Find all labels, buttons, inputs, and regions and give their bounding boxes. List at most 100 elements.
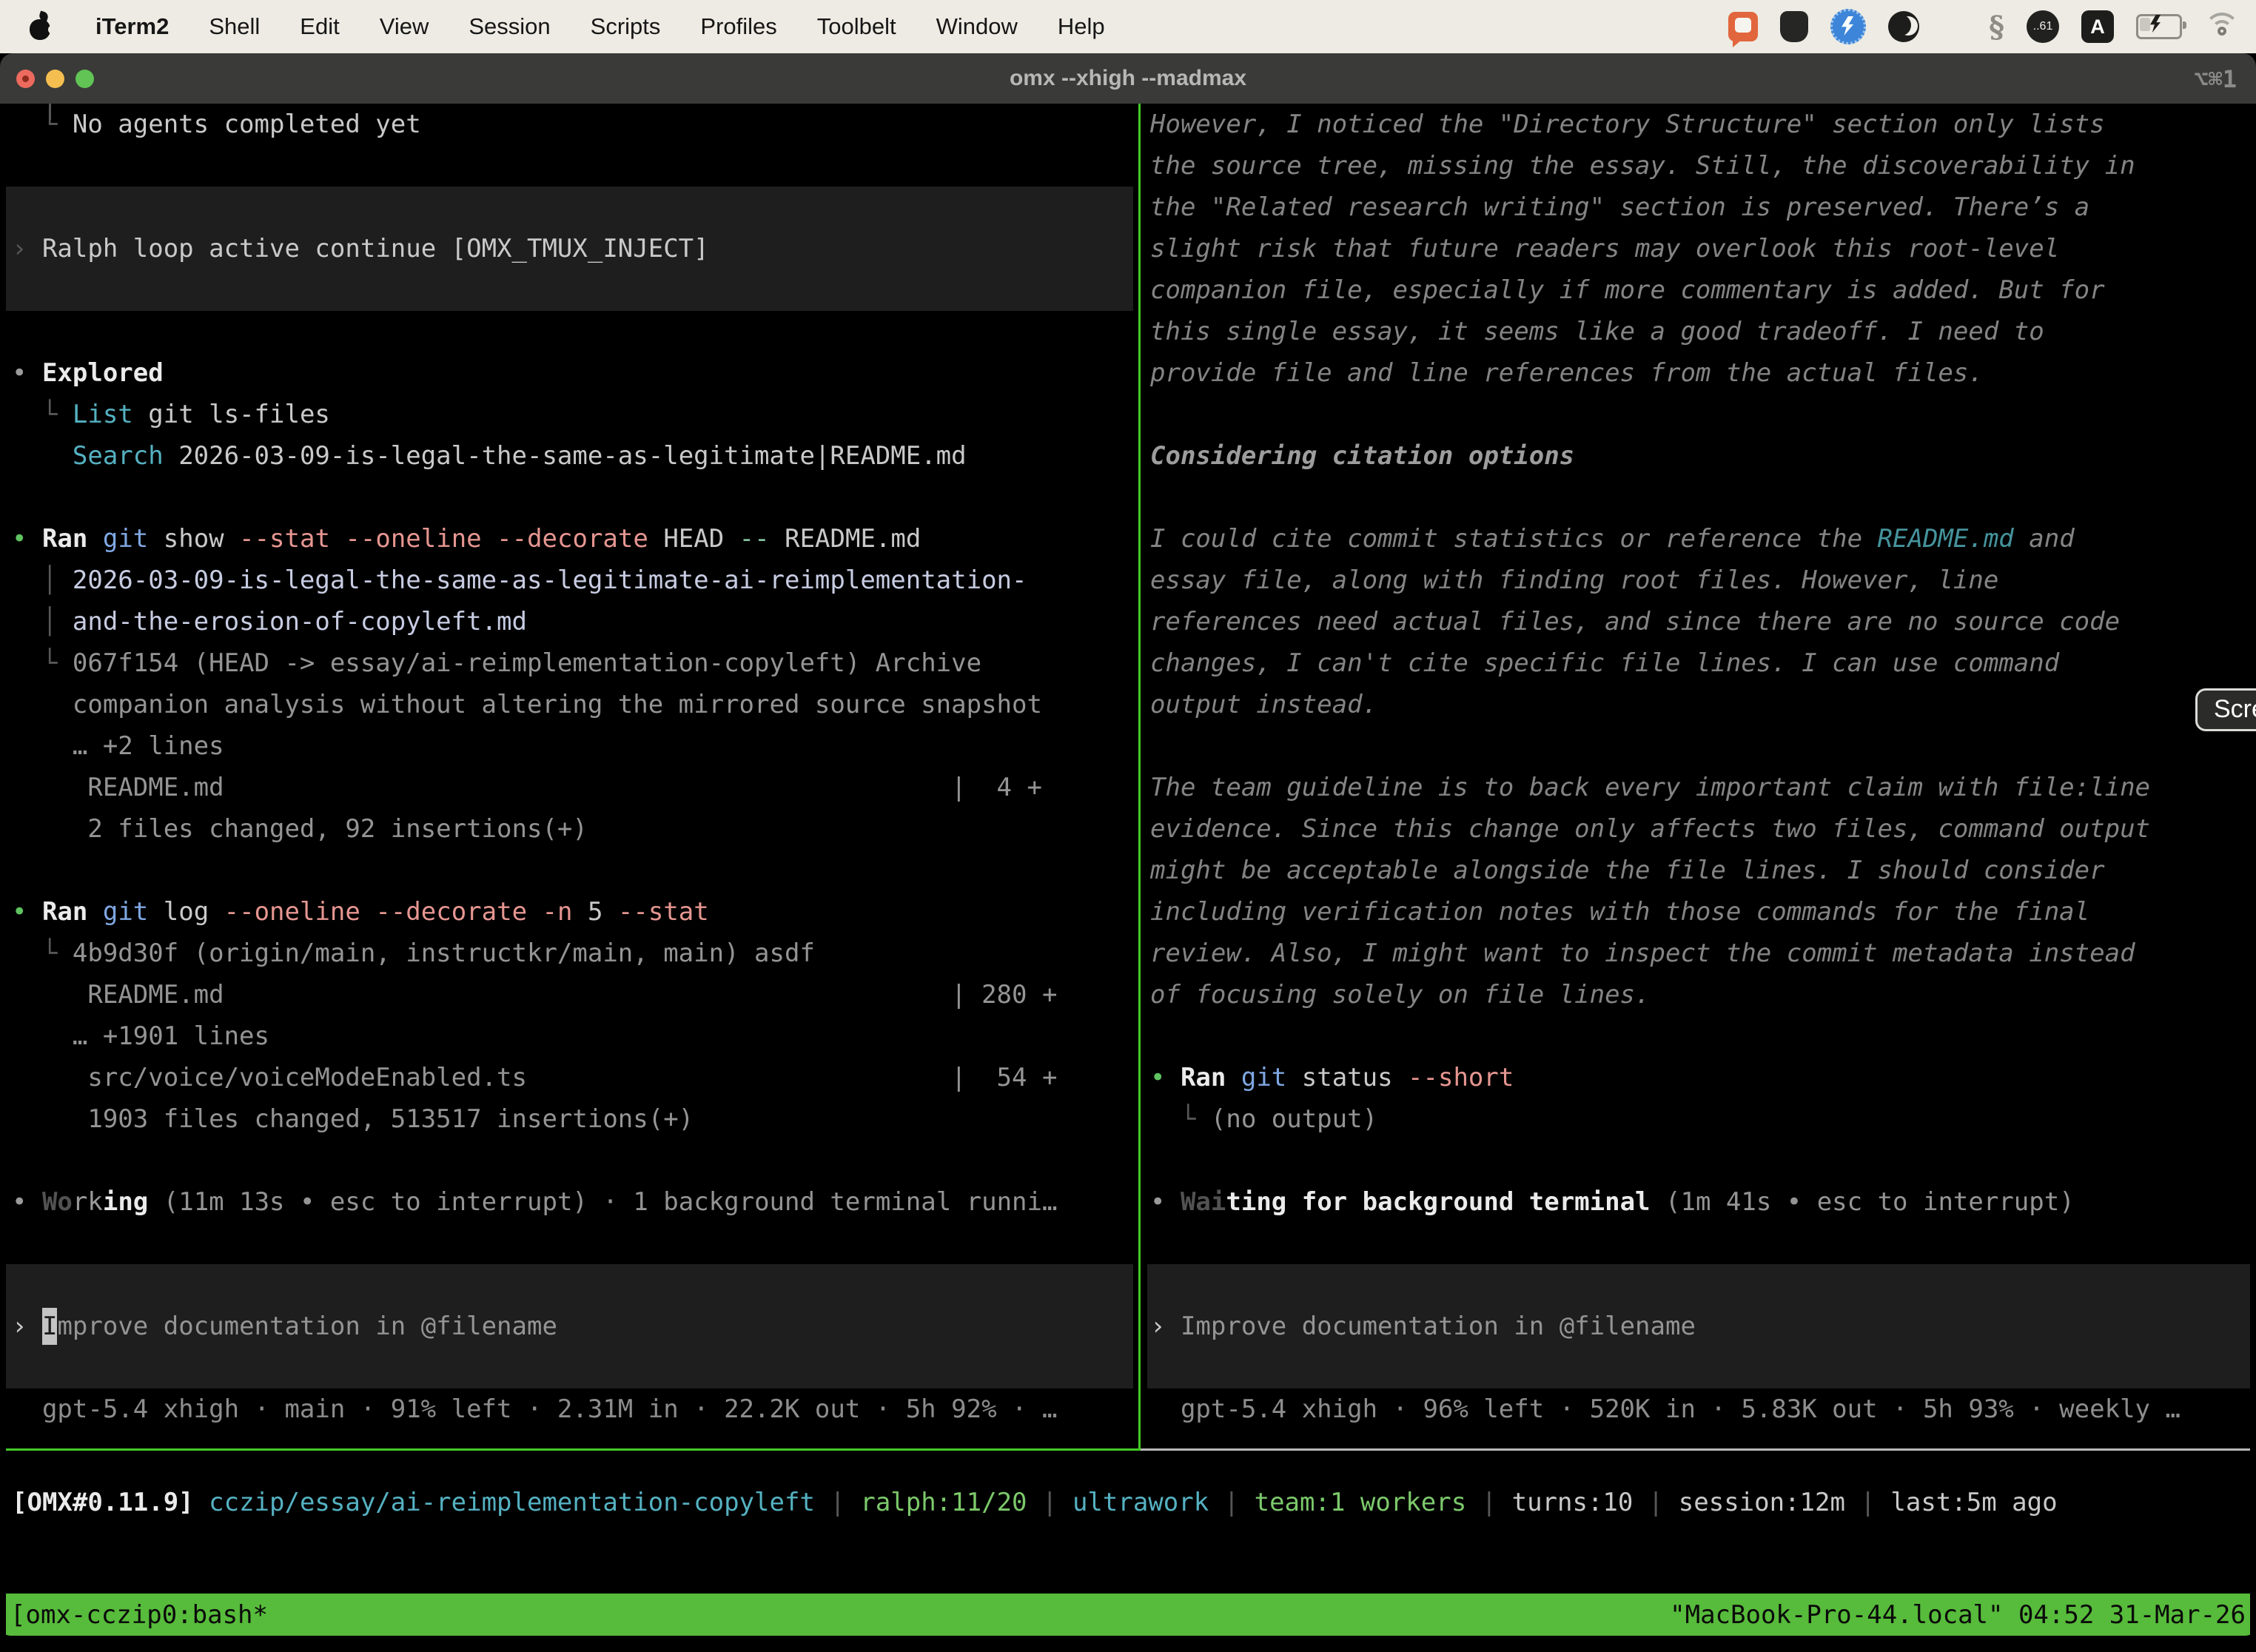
blank-line: [6, 269, 1133, 311]
terminal-line: • Ran git show --stat --oneline --decora…: [0, 518, 1138, 560]
menu-item-session[interactable]: Session: [449, 13, 570, 40]
menu-item-shell[interactable]: Shell: [189, 13, 280, 40]
blank-line: [0, 1140, 1138, 1181]
menu-item-window[interactable]: Window: [916, 13, 1038, 40]
close-button[interactable]: [16, 70, 35, 88]
letter-a-icon[interactable]: A: [2081, 10, 2114, 43]
terminal-line: • Ran git status --short: [1147, 1057, 2256, 1098]
prompt-input-right[interactable]: › Improve documentation in @filename: [1147, 1264, 2250, 1389]
terminal-line: I could cite commit statistics or refere…: [1147, 518, 2256, 560]
terminal-line: › Improve documentation in @filename: [1147, 1306, 2250, 1347]
left-terminal-pane[interactable]: └ No agents completed yet › Ralph loop ac…: [0, 104, 1138, 1430]
terminal-line: including verification notes with those …: [1147, 891, 2256, 933]
blank-line: [6, 1347, 1133, 1389]
blank-line: [0, 311, 1138, 352]
tmux-session-label[interactable]: [omx-cczip0:bash*: [10, 1600, 268, 1630]
terminal-line: └ 067f154 (HEAD -> essay/ai-reimplementa…: [0, 642, 1138, 684]
squiggle-icon[interactable]: §: [1989, 10, 2004, 44]
blank-line: [6, 187, 1133, 228]
menu-item-help[interactable]: Help: [1038, 13, 1125, 40]
terminal-line: [OMX#0.11.9] cczip/essay/ai-reimplementa…: [0, 1482, 2256, 1523]
menu-bar: iTerm2 Shell Edit View Session Scripts P…: [0, 0, 2256, 53]
terminal-line: evidence. Since this change only affects…: [1147, 808, 2256, 850]
terminal-line: 1903 files changed, 513517 insertions(+): [0, 1098, 1138, 1140]
battery-icon[interactable]: [2136, 14, 2182, 39]
blank-line: [0, 145, 1138, 187]
terminal-line: review. Also, I might want to inspect th…: [1147, 933, 2256, 974]
blank-line: [0, 1223, 1138, 1264]
right-terminal-pane[interactable]: However, I noticed the "Directory Struct…: [1147, 104, 2256, 1430]
terminal-line: … +1901 lines: [0, 1015, 1138, 1057]
menu-status-icons: § ..61 A: [1728, 9, 2256, 44]
window-shortcut-badge: ⌥⌘1: [2194, 65, 2237, 93]
terminal-line: └ 4b9d30f (origin/main, instructkr/main,…: [0, 933, 1138, 974]
terminal-line: the source tree, missing the essay. Stil…: [1147, 145, 2256, 187]
terminal-line: • Waiting for background terminal (1m 41…: [1147, 1181, 2256, 1223]
window-title-bar[interactable]: omx --xhigh --madmax ⌥⌘1: [0, 53, 2256, 104]
terminal-line: companion file, especially if more comme…: [1147, 269, 2256, 311]
terminal-line: README.md | 280 +: [0, 974, 1138, 1015]
terminal-line: README.md | 4 +: [0, 767, 1138, 808]
terminal-line: gpt-5.4 xhigh · main · 91% left · 2.31M …: [0, 1389, 1138, 1430]
menu-item-iterm2[interactable]: iTerm2: [75, 13, 189, 40]
terminal-line: … +2 lines: [0, 725, 1138, 767]
terminal-line: provide file and line references from th…: [1147, 352, 2256, 394]
terminal-line: output instead.: [1147, 684, 2256, 725]
shield-grid-icon[interactable]: [1780, 11, 1808, 42]
menu-item-view[interactable]: View: [360, 13, 449, 40]
window-title: omx --xhigh --madmax: [1010, 66, 1246, 91]
terminal-line: The team guideline is to back every impo…: [1147, 767, 2256, 808]
prompt-input-left[interactable]: › Improve documentation in @filename: [6, 1264, 1133, 1389]
terminal-line: › Ralph loop active continue [OMX_TMUX_I…: [6, 228, 1133, 269]
blank-line: [1147, 1264, 2250, 1306]
blank-line: [1147, 1223, 2256, 1264]
terminal-line: slight risk that future readers may over…: [1147, 228, 2256, 269]
blank-line: [0, 477, 1138, 518]
blank-line: [6, 1264, 1133, 1306]
tooltip-label: Scre: [2214, 695, 2256, 723]
chat-app-icon[interactable]: [1728, 12, 1758, 41]
terminal-line: └ (no output): [1147, 1098, 2256, 1140]
right-pane-border: [1141, 1448, 2250, 1451]
terminal-line: • Ran git log --oneline --decorate -n 5 …: [0, 891, 1138, 933]
ralph-inject-box[interactable]: › Ralph loop active continue [OMX_TMUX_I…: [6, 187, 1133, 311]
terminal-line: changes, I can't cite specific file line…: [1147, 642, 2256, 684]
wifi-icon[interactable]: [2204, 13, 2240, 41]
terminal-line: src/voice/voiceModeEnabled.ts | 54 +: [0, 1057, 1138, 1098]
terminal-line: might be acceptable alongside the file l…: [1147, 850, 2256, 891]
terminal-line: Search 2026-03-09-is-legal-the-same-as-l…: [0, 435, 1138, 477]
iterm2-window: omx --xhigh --madmax ⌥⌘1 └ No agents com…: [0, 53, 2256, 1636]
crescent-icon[interactable]: [1888, 11, 1919, 42]
menu-item-toolbelt[interactable]: Toolbelt: [797, 13, 916, 40]
menu-item-edit[interactable]: Edit: [280, 13, 359, 40]
blue-bolt-icon[interactable]: [1830, 9, 1866, 44]
terminal-line: • Working (11m 13s • esc to interrupt) ·…: [0, 1181, 1138, 1223]
terminal-line: of focusing solely on file lines.: [1147, 974, 2256, 1015]
tmux-host-clock: "MacBook-Pro-44.local" 04:52 31-Mar-26: [1670, 1600, 2246, 1630]
terminal-line: • Explored: [0, 352, 1138, 394]
terminal-line: │ 2026-03-09-is-legal-the-same-as-legiti…: [0, 560, 1138, 601]
blank-line: [1147, 394, 2256, 435]
blank-line: [1147, 1347, 2250, 1389]
blank-line: [1147, 725, 2256, 767]
blank-line: [0, 850, 1138, 891]
blank-line: [1147, 1140, 2256, 1181]
dots-grid-icon[interactable]: [1941, 14, 1967, 39]
terminal-line: references need actual files, and since …: [1147, 601, 2256, 642]
terminal-line: │ and-the-erosion-of-copyleft.md: [0, 601, 1138, 642]
terminal-line: However, I noticed the "Directory Struct…: [1147, 104, 2256, 145]
badge-61-icon[interactable]: ..61: [2027, 10, 2059, 43]
terminal-line: 2 files changed, 92 insertions(+): [0, 808, 1138, 850]
pane-divider[interactable]: [1138, 104, 1141, 1451]
tmux-status-bar: [omx-cczip0:bash* "MacBook-Pro-44.local"…: [6, 1594, 2250, 1636]
zoom-button[interactable]: [75, 70, 94, 88]
menu-item-profiles[interactable]: Profiles: [680, 13, 796, 40]
minimize-button[interactable]: [46, 70, 64, 88]
blank-line: [1147, 477, 2256, 518]
apple-icon[interactable]: [28, 12, 53, 41]
terminal-line: › Improve documentation in @filename: [6, 1306, 1133, 1347]
menu-item-scripts[interactable]: Scripts: [571, 13, 681, 40]
terminal-line: └ No agents completed yet: [0, 104, 1138, 145]
blank-line: [1147, 1015, 2256, 1057]
left-pane-border: [6, 1448, 1138, 1451]
